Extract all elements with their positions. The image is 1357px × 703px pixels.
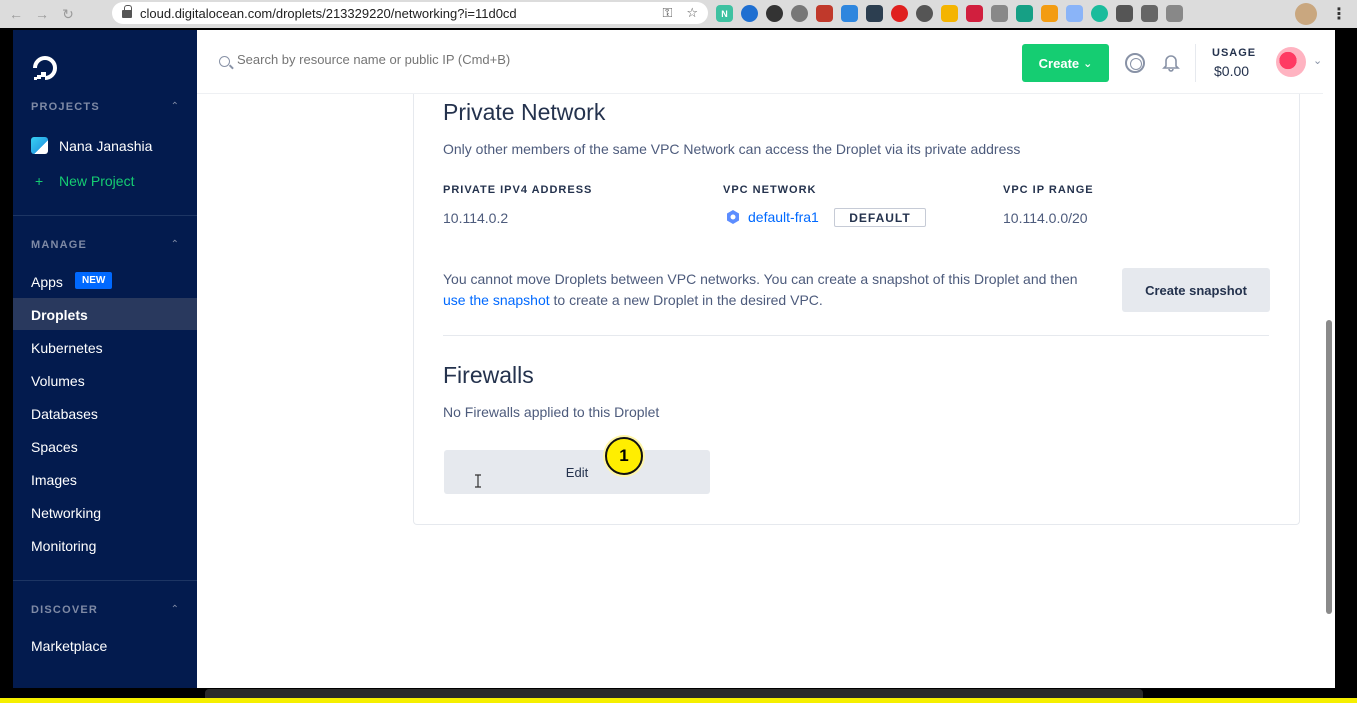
extension-icon[interactable]: [816, 5, 833, 22]
search-icon: [219, 56, 230, 67]
usage-value[interactable]: $0.00: [1214, 63, 1249, 79]
project-icon: [31, 137, 48, 154]
address-bar-actions: ⚿ ☆: [662, 5, 698, 21]
forward-arrow-icon[interactable]: →: [32, 4, 52, 24]
create-button[interactable]: Create ⌄: [1022, 44, 1109, 82]
bookmark-star-icon[interactable]: ☆: [686, 5, 698, 21]
sidebar-divider: [13, 215, 197, 216]
sidebar-item-volumes[interactable]: Volumes: [31, 373, 85, 389]
sidebar-item-kubernetes[interactable]: Kubernetes: [31, 340, 103, 356]
chevron-up-icon[interactable]: ⌃: [171, 239, 179, 250]
vpc-range-column-header: VPC IP RANGE: [1003, 184, 1094, 196]
extensions-row: N: [716, 5, 1183, 22]
default-badge: DEFAULT: [834, 208, 926, 227]
extension-icon[interactable]: [841, 5, 858, 22]
media-queue-icon[interactable]: [1166, 5, 1183, 22]
help-lifebuoy-icon[interactable]: [1125, 53, 1145, 73]
url-text: cloud.digitalocean.com/droplets/21332922…: [140, 5, 517, 21]
new-badge: NEW: [75, 272, 113, 289]
create-button-label: Create: [1038, 55, 1080, 71]
sidebar-item-droplets[interactable]: Droplets: [31, 307, 88, 323]
back-arrow-icon[interactable]: ←: [6, 4, 26, 24]
top-header: Create ⌄ USAGE $0.00 ⌄: [197, 30, 1335, 94]
chevron-up-icon[interactable]: ⌃: [171, 101, 179, 112]
plus-icon[interactable]: +: [35, 173, 43, 189]
vpc-network-icon: [727, 210, 739, 224]
projects-section-heading: PROJECTS: [31, 101, 100, 113]
extension-icon[interactable]: [941, 5, 958, 22]
firewalls-description: No Firewalls applied to this Droplet: [443, 404, 660, 420]
key-icon[interactable]: ⚿: [662, 5, 672, 21]
edit-firewalls-button[interactable]: Edit: [444, 450, 710, 494]
extension-icon[interactable]: [916, 5, 933, 22]
private-network-description: Only other members of the same VPC Netwo…: [443, 141, 1021, 157]
browser-profile-avatar[interactable]: [1295, 3, 1317, 25]
reload-icon[interactable]: ↻: [58, 4, 78, 24]
scrollbar-thumb[interactable]: [1326, 320, 1332, 614]
sidebar-item-project[interactable]: Nana Janashia: [59, 138, 152, 154]
puzzle-extensions-icon[interactable]: [1141, 5, 1158, 22]
sidebar-item-databases[interactable]: Databases: [31, 406, 98, 422]
chevron-down-icon: ⌄: [1083, 57, 1093, 70]
notification-bell-icon[interactable]: [1161, 52, 1181, 72]
extension-icon[interactable]: [891, 5, 908, 22]
lock-icon: [122, 5, 132, 18]
extension-icon[interactable]: [766, 5, 783, 22]
sidebar-item-networking[interactable]: Networking: [31, 505, 101, 521]
sidebar-divider: [13, 580, 197, 581]
sidebar-item-images[interactable]: Images: [31, 472, 77, 488]
extension-icon[interactable]: [791, 5, 808, 22]
chevron-up-icon[interactable]: ⌃: [171, 604, 179, 615]
extension-icon[interactable]: N: [716, 5, 733, 22]
main-content: Private Network Only other members of th…: [197, 30, 1335, 688]
search-input[interactable]: [237, 52, 637, 67]
extension-icon[interactable]: [1116, 5, 1133, 22]
browser-toolbar: ← → ↻ cloud.digitalocean.com/droplets/21…: [0, 0, 1357, 28]
extension-icon[interactable]: [991, 5, 1008, 22]
snapshot-info-prefix: You cannot move Droplets between VPC net…: [443, 271, 1078, 287]
screen: ← → ↻ cloud.digitalocean.com/droplets/21…: [0, 0, 1357, 703]
private-network-title: Private Network: [443, 99, 606, 125]
chevron-down-icon[interactable]: ⌄: [1313, 54, 1322, 67]
extension-icon[interactable]: [1016, 5, 1033, 22]
vpc-ip-range-value: 10.114.0.0/20: [1003, 210, 1088, 226]
new-project-link[interactable]: New Project: [59, 173, 134, 189]
vpc-column-header: VPC NETWORK: [723, 184, 817, 196]
header-divider: [1195, 44, 1196, 82]
user-avatar[interactable]: [1276, 47, 1306, 77]
private-ipv4-value: 10.114.0.2: [443, 210, 509, 226]
create-snapshot-button[interactable]: Create snapshot: [1122, 268, 1270, 312]
usage-label: USAGE: [1212, 47, 1257, 59]
extension-icon[interactable]: [1091, 5, 1108, 22]
extension-icon[interactable]: [1066, 5, 1083, 22]
manage-section-heading: MANAGE: [31, 239, 88, 251]
browser-menu-icon[interactable]: ⋮: [1331, 4, 1347, 24]
extension-icon[interactable]: [866, 5, 883, 22]
digitalocean-logo-icon[interactable]: [31, 54, 59, 82]
sidebar-item-spaces[interactable]: Spaces: [31, 439, 78, 455]
extension-icon[interactable]: [966, 5, 983, 22]
sidebar-item-monitoring[interactable]: Monitoring: [31, 538, 96, 554]
firewalls-title: Firewalls: [443, 362, 534, 388]
extension-icon[interactable]: [741, 5, 758, 22]
vpc-network-link[interactable]: default-fra1: [748, 209, 819, 225]
ipv4-column-header: PRIVATE IPV4 ADDRESS: [443, 184, 593, 196]
text-cursor-icon: [475, 474, 481, 488]
recording-border: [0, 698, 1357, 703]
sidebar: PROJECTS ⌃ Nana Janashia + New Project M…: [13, 30, 197, 688]
sidebar-item-apps[interactable]: Apps: [31, 274, 63, 290]
extension-icon[interactable]: [1041, 5, 1058, 22]
address-bar[interactable]: cloud.digitalocean.com/droplets/21332922…: [112, 2, 708, 24]
snapshot-info-text: You cannot move Droplets between VPC net…: [443, 269, 1093, 311]
discover-section-heading: DISCOVER: [31, 604, 99, 616]
sidebar-item-marketplace[interactable]: Marketplace: [31, 638, 107, 654]
networking-card: Private Network Only other members of th…: [413, 92, 1300, 525]
snapshot-info-suffix: to create a new Droplet in the desired V…: [549, 292, 823, 308]
step-marker: 1: [605, 437, 643, 475]
section-divider: [443, 335, 1269, 336]
use-snapshot-link[interactable]: use the snapshot: [443, 292, 550, 308]
